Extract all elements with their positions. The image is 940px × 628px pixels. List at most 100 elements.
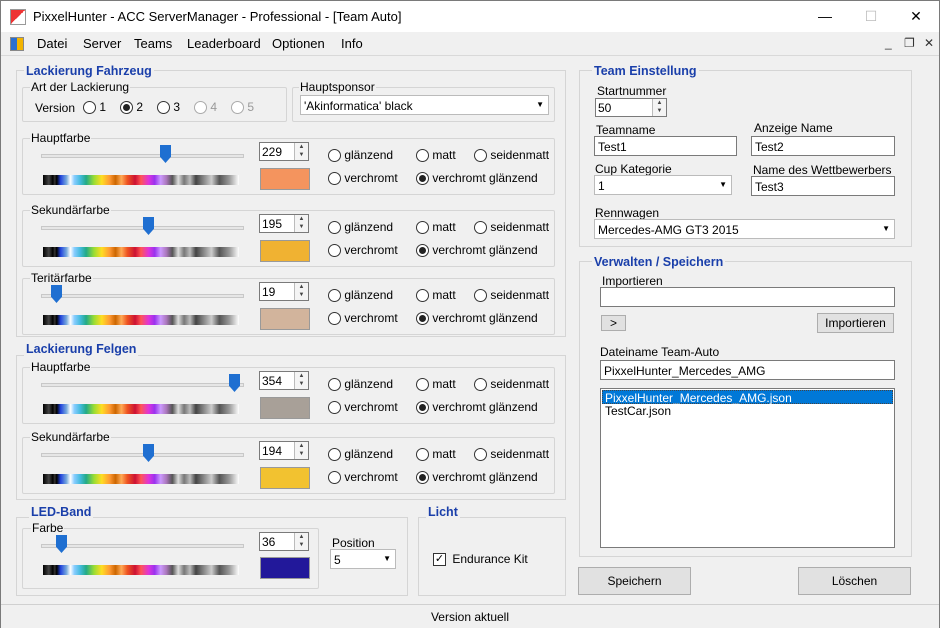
spin-up-icon[interactable]: ▲ [295,442,308,450]
spin-down-icon[interactable]: ▼ [295,223,308,231]
main-color-finish-chrome-glossy[interactable]: verchromt glänzend [416,171,538,186]
rim-main-color-finish-matte[interactable]: matt [416,377,456,392]
list-item[interactable]: TestCar.json [602,404,893,418]
delete-button[interactable]: Löschen [798,567,911,595]
slider-thumb[interactable] [143,444,154,462]
slider-thumb[interactable] [160,145,171,163]
menu-info[interactable]: Info [341,36,363,51]
tertiary-color-finish-chrome-glossy[interactable]: verchromt glänzend [416,311,538,326]
import-path-input[interactable] [600,287,895,307]
tertiary-color-finish-satin[interactable]: seidenmatt [474,288,549,303]
secondary-color-finish-chrome-glossy[interactable]: verchromt glänzend [416,243,538,258]
cup-select[interactable]: 1 ▼ [594,175,732,195]
led-color-spinner[interactable]: 36 ▲ ▼ [259,532,309,551]
tertiary-color-palette[interactable] [43,315,239,325]
mdi-minimize-button[interactable]: _ [885,36,892,50]
spin-up-icon[interactable]: ▲ [295,215,308,223]
rim-secondary-color-palette[interactable] [43,474,239,484]
rim-secondary-color-finish-chrome-glossy[interactable]: verchromt glänzend [416,470,538,485]
secondary-color-finish-matte[interactable]: matt [416,220,456,235]
spinner-buttons[interactable]: ▲ ▼ [294,143,308,160]
secondary-color-finish-chrome[interactable]: verchromt [328,243,398,258]
rim-secondary-color-finish-satin[interactable]: seidenmatt [474,447,549,462]
led-color-slider[interactable] [41,535,246,553]
mdi-close-button[interactable]: ✕ [924,36,934,50]
spinner-buttons[interactable]: ▲ ▼ [294,533,308,550]
spin-up-icon[interactable]: ▲ [653,99,666,107]
filename-input[interactable]: PixxelHunter_Mercedes_AMG [600,360,895,380]
slider-thumb[interactable] [143,217,154,235]
rim-secondary-color-finish-matte[interactable]: matt [416,447,456,462]
main-color-slider[interactable] [41,145,246,163]
spinner-buttons[interactable]: ▲ ▼ [294,442,308,459]
spinner-buttons[interactable]: ▲ ▼ [294,215,308,232]
slider-thumb[interactable] [51,285,62,303]
slider-thumb[interactable] [56,535,67,553]
spinner-buttons[interactable]: ▲ ▼ [652,99,666,116]
version-radio-1[interactable]: 1 [83,100,106,115]
rim-main-color-palette[interactable] [43,404,239,414]
rim-main-color-slider[interactable] [41,374,246,392]
menu-datei[interactable]: Datei [37,36,67,51]
version-radio-2[interactable]: 2 [120,100,143,115]
spin-up-icon[interactable]: ▲ [295,283,308,291]
tertiary-color-finish-glossy[interactable]: glänzend [328,288,393,303]
main-color-finish-glossy[interactable]: glänzend [328,148,393,163]
spinner-buttons[interactable]: ▲ ▼ [294,283,308,300]
led-color-palette[interactable] [43,565,239,575]
version-radio-3[interactable]: 3 [157,100,180,115]
secondary-color-palette[interactable] [43,247,239,257]
spinner-buttons[interactable]: ▲ ▼ [294,372,308,389]
main-color-spinner[interactable]: 229 ▲ ▼ [259,142,309,161]
mdi-restore-button[interactable]: ❐ [904,36,915,50]
rim-secondary-color-slider[interactable] [41,444,246,462]
spin-down-icon[interactable]: ▼ [295,151,308,159]
secondary-color-spinner[interactable]: 195 ▲ ▼ [259,214,309,233]
tertiary-color-finish-matte[interactable]: matt [416,288,456,303]
rim-main-color-finish-satin[interactable]: seidenmatt [474,377,549,392]
rim-secondary-color-finish-glossy[interactable]: glänzend [328,447,393,462]
close-button[interactable]: ✕ [893,1,939,32]
spin-down-icon[interactable]: ▼ [295,541,308,549]
rim-main-color-finish-chrome-glossy[interactable]: verchromt glänzend [416,400,538,415]
maximize-button[interactable]: ☐ [848,1,894,32]
tertiary-color-finish-chrome[interactable]: verchromt [328,311,398,326]
main-color-finish-satin[interactable]: seidenmatt [474,148,549,163]
position-select[interactable]: 5 ▼ [330,549,396,569]
tertiary-color-spinner[interactable]: 19 ▲ ▼ [259,282,309,301]
sponsor-select[interactable]: 'Akinformatica' black ▼ [300,95,549,115]
rim-secondary-color-finish-chrome[interactable]: verchromt [328,470,398,485]
main-color-palette[interactable] [43,175,239,185]
rennwagen-select[interactable]: Mercedes-AMG GT3 2015 ▼ [594,219,895,239]
spin-down-icon[interactable]: ▼ [295,380,308,388]
spin-down-icon[interactable]: ▼ [295,291,308,299]
rim-secondary-color-spinner[interactable]: 194 ▲ ▼ [259,441,309,460]
rim-main-color-finish-glossy[interactable]: glänzend [328,377,393,392]
save-button[interactable]: Speichern [578,567,691,595]
secondary-color-finish-glossy[interactable]: glänzend [328,220,393,235]
minimize-button[interactable]: — [802,1,848,32]
tertiary-color-slider[interactable] [41,285,246,303]
teamname-input[interactable]: Test1 [594,136,737,156]
spin-up-icon[interactable]: ▲ [295,143,308,151]
spin-down-icon[interactable]: ▼ [653,107,666,115]
file-list[interactable]: PixxelHunter_Mercedes_AMG.json TestCar.j… [600,388,895,548]
menu-server[interactable]: Server [83,36,121,51]
startnummer-spinner[interactable]: 50 ▲ ▼ [595,98,667,117]
main-color-finish-matte[interactable]: matt [416,148,456,163]
anzeige-input[interactable]: Test2 [751,136,895,156]
rim-main-color-finish-chrome[interactable]: verchromt [328,400,398,415]
menu-teams[interactable]: Teams [134,36,172,51]
menu-leaderboard[interactable]: Leaderboard [187,36,261,51]
list-item[interactable]: PixxelHunter_Mercedes_AMG.json [602,390,893,405]
spin-up-icon[interactable]: ▲ [295,372,308,380]
slider-thumb[interactable] [229,374,240,392]
secondary-color-slider[interactable] [41,217,246,235]
spin-down-icon[interactable]: ▼ [295,450,308,458]
secondary-color-finish-satin[interactable]: seidenmatt [474,220,549,235]
main-color-finish-chrome[interactable]: verchromt [328,171,398,186]
spin-up-icon[interactable]: ▲ [295,533,308,541]
endurance-kit-checkbox[interactable]: ✓ Endurance Kit [433,552,528,567]
rim-main-color-spinner[interactable]: 354 ▲ ▼ [259,371,309,390]
import-button[interactable]: Importieren [817,313,894,333]
